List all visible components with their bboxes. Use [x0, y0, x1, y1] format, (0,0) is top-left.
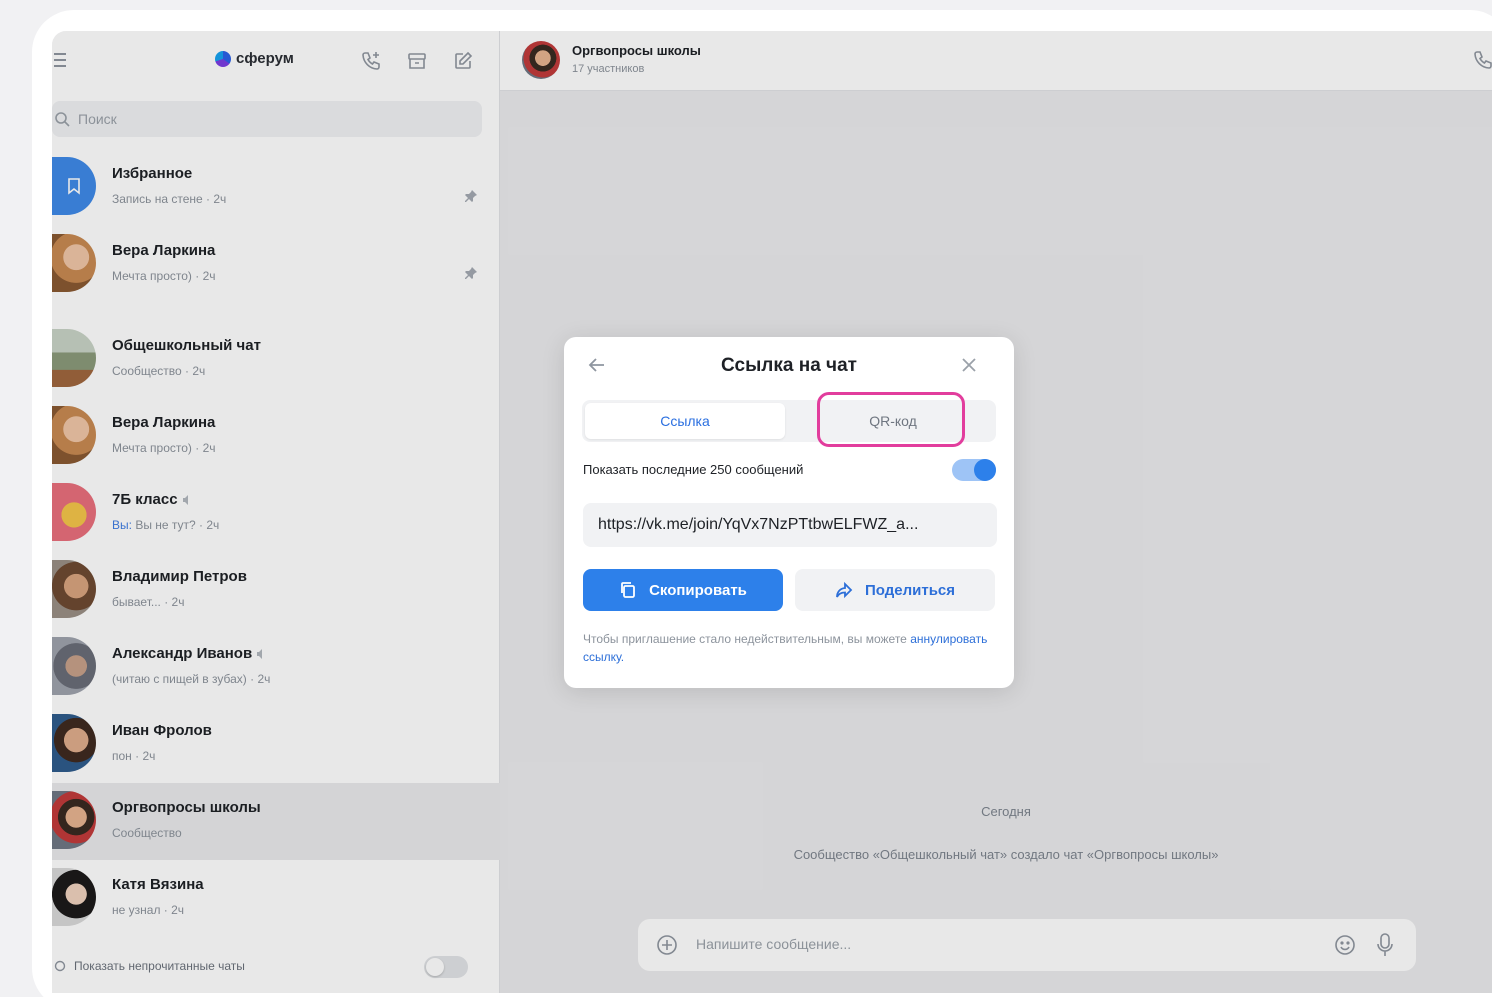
dialog-title: Ссылка на чат [721, 355, 857, 376]
close-icon[interactable] [958, 354, 980, 376]
copy-link-button[interactable]: Скопировать [583, 569, 783, 611]
history-toggle-label: Показать последние 250 сообщений [583, 462, 804, 477]
revoke-note-text: Чтобы приглашение стало недействительным… [583, 632, 911, 646]
share-icon [836, 581, 853, 599]
share-link-button[interactable]: Поделиться [795, 569, 995, 611]
invite-link-field[interactable]: https://vk.me/join/YqVx7NzPTtbwELFWZ_a..… [583, 503, 997, 547]
copy-icon [621, 582, 635, 598]
tab-link[interactable]: Ссылка [585, 403, 785, 439]
share-button-label: Поделиться [864, 581, 956, 599]
revoke-note: Чтобы приглашение стало недействительным… [583, 630, 997, 666]
history-toggle[interactable] [952, 459, 996, 481]
invite-link-text: https://vk.me/join/YqVx7NzPTtbwELFWZ_a..… [598, 516, 919, 533]
chat-link-dialog: Ссылка на чат Ссылка QR-код Показать пос… [564, 337, 1014, 688]
qr-tab-highlight [817, 392, 965, 447]
copy-button-label: Скопировать [649, 581, 747, 599]
